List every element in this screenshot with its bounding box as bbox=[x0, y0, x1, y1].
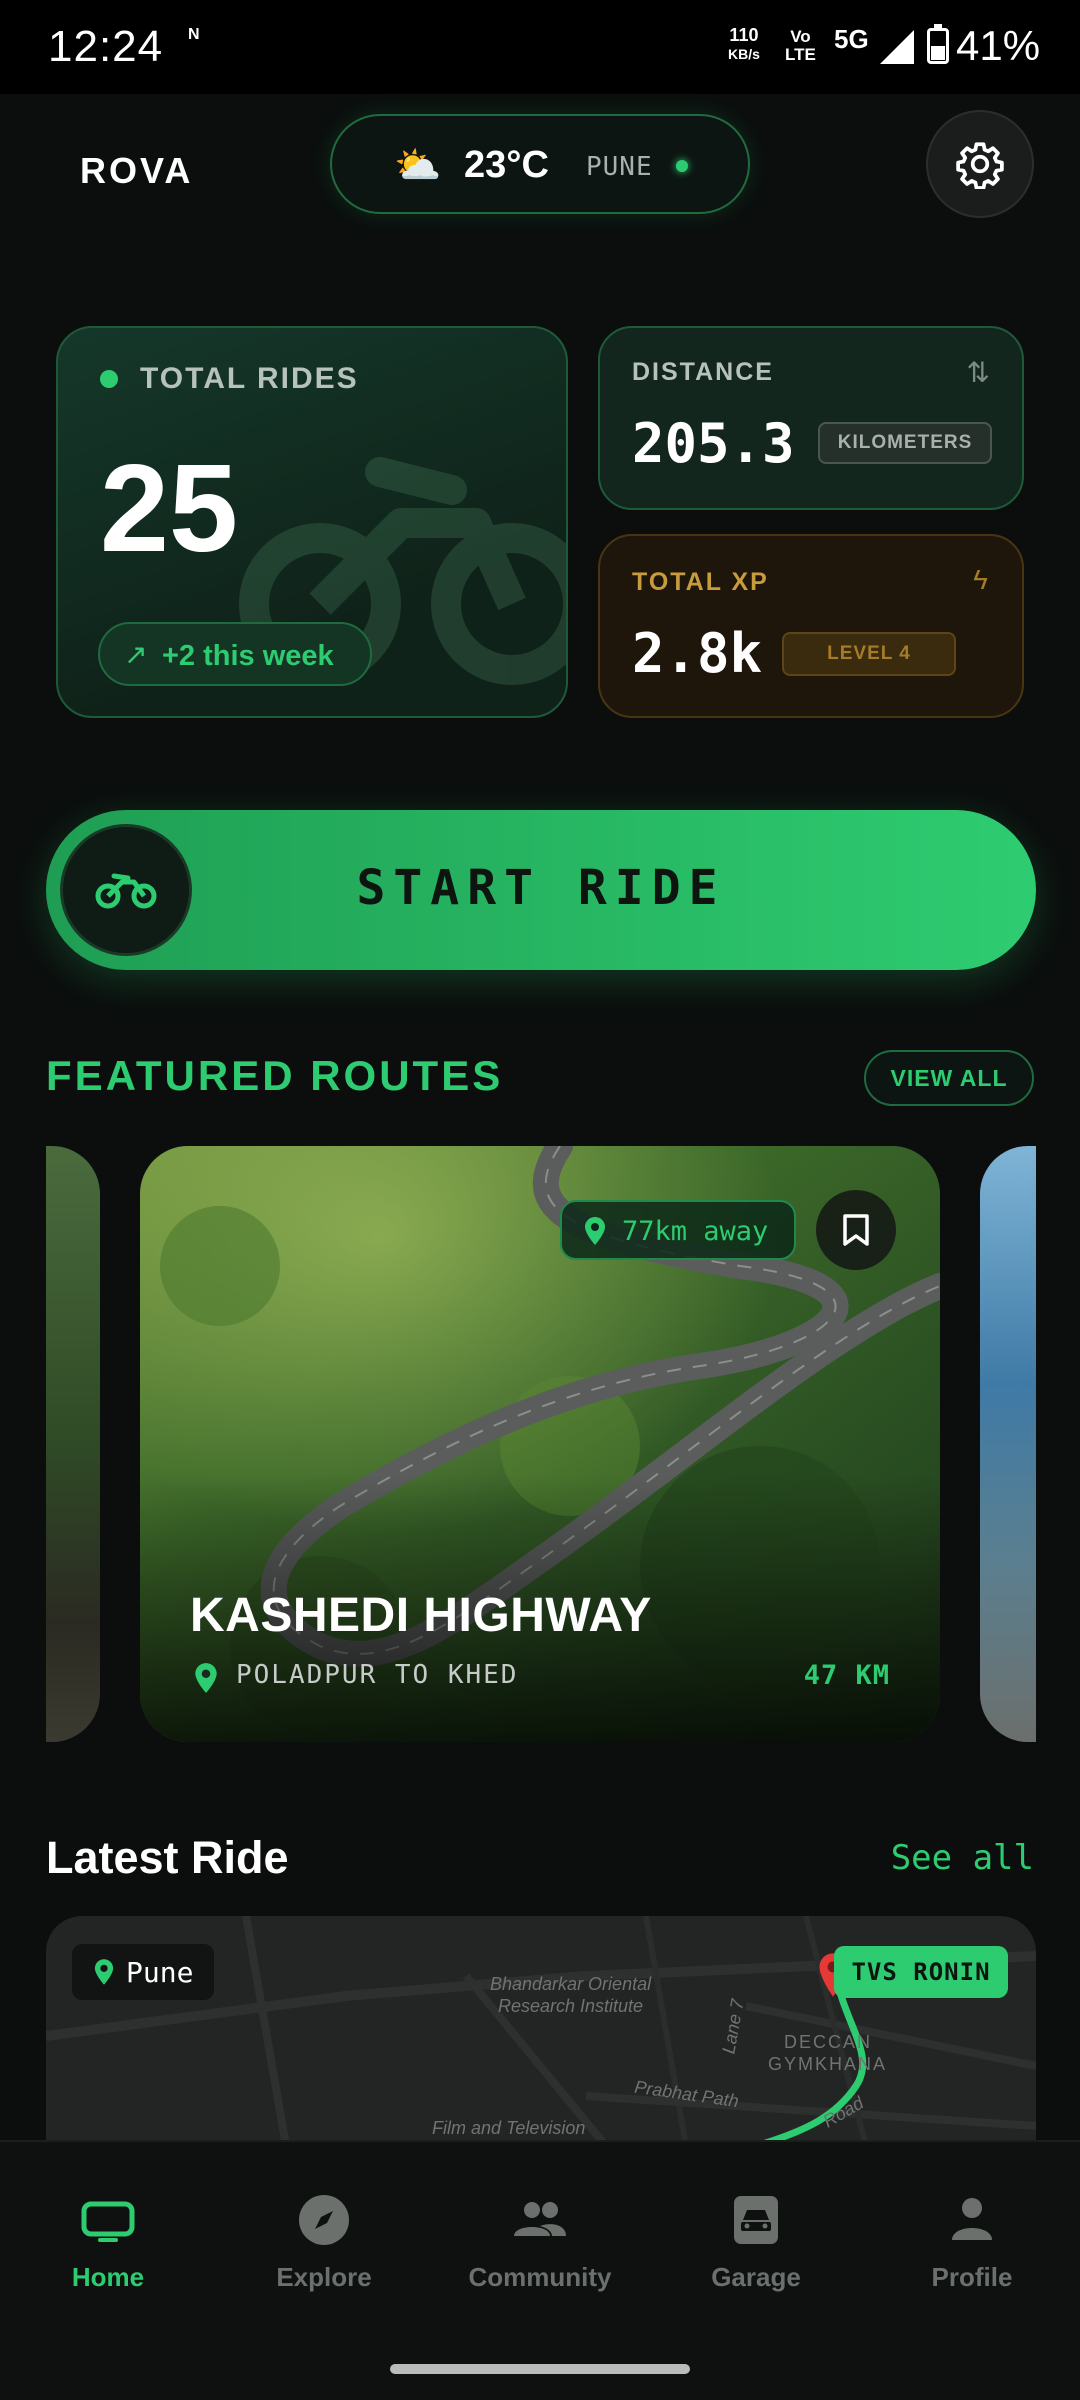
view-all-button[interactable]: VIEW ALL bbox=[864, 1050, 1034, 1106]
app-logo: ROVA bbox=[80, 150, 194, 191]
battery-icon bbox=[927, 24, 949, 64]
weather-pill[interactable]: ⛅ 23°C PUNE bbox=[330, 114, 750, 214]
signal-icon bbox=[880, 30, 914, 64]
location-pin-icon bbox=[195, 1663, 217, 1693]
network-speed-value: 110 bbox=[729, 25, 759, 45]
nav-item-explore[interactable]: Explore bbox=[216, 2190, 432, 2310]
trend-up-icon: ↗ bbox=[124, 639, 148, 670]
total-xp-card[interactable]: TOTAL XP ϟ 2.8k LEVEL 4 bbox=[598, 534, 1024, 718]
total-xp-label: TOTAL XP bbox=[632, 568, 769, 596]
map-label: Research Institute bbox=[498, 1996, 644, 2016]
bookmark-button[interactable] bbox=[816, 1190, 896, 1270]
battery-percent: 41% bbox=[956, 22, 1041, 69]
status-bar: 12:24 N 110 KB/s Vo LTE 5G 41% bbox=[0, 0, 1080, 94]
route-icon: ⇅ bbox=[966, 357, 990, 388]
latest-ride-title: Latest Ride bbox=[46, 1832, 289, 1883]
home-indicator[interactable] bbox=[390, 2364, 690, 2374]
ride-location-chip: Pune bbox=[72, 1944, 214, 2000]
see-all-link[interactable]: See all bbox=[891, 1838, 1034, 1878]
weather-city: PUNE bbox=[586, 152, 653, 182]
compass-icon bbox=[299, 2195, 349, 2245]
map-label: Film and Television bbox=[432, 2118, 586, 2138]
bike-tag: TVS RONIN bbox=[834, 1946, 1008, 1998]
nav-label: Explore bbox=[276, 2262, 372, 2292]
featured-routes-title: FEATURED ROUTES bbox=[46, 1052, 504, 1099]
route-distance-away: 77km away bbox=[622, 1216, 769, 1247]
volte-top: Vo bbox=[790, 27, 811, 46]
live-dot bbox=[676, 160, 688, 172]
total-xp-value: 2.8k bbox=[632, 622, 763, 685]
people-icon bbox=[514, 2202, 566, 2236]
level-badge: LEVEL 4 bbox=[782, 632, 956, 676]
start-ride-button[interactable]: START RIDE bbox=[46, 810, 1036, 970]
person-icon bbox=[952, 2198, 992, 2240]
route-card-next[interactable] bbox=[980, 1146, 1036, 1742]
partly-cloudy-icon: ⛅ bbox=[394, 145, 442, 187]
distance-unit-badge: KILOMETERS bbox=[818, 422, 992, 464]
status-dot bbox=[100, 370, 118, 388]
network-icon: N bbox=[188, 26, 200, 43]
route-subtitle: POLADPUR TO KHED bbox=[236, 1660, 519, 1690]
car-icon bbox=[734, 2196, 778, 2244]
latest-ride-map[interactable]: Pune Bhandarkar Oriental Research Instit… bbox=[46, 1916, 1036, 2146]
weekly-delta-badge: ↗ +2 this week bbox=[98, 622, 372, 686]
nav-item-garage[interactable]: Garage bbox=[648, 2190, 864, 2310]
settings-button[interactable] bbox=[926, 110, 1034, 218]
route-distance-away-badge: 77km away bbox=[560, 1200, 796, 1260]
network-speed-unit: KB/s bbox=[728, 46, 760, 62]
route-card[interactable]: 77km away KASHEDI HIGHWAY POLADPUR TO KH… bbox=[140, 1146, 940, 1742]
bottom-navigation: Home Explore Community Garage Profile bbox=[0, 2140, 1080, 2400]
distance-card[interactable]: DISTANCE ⇅ 205.3 KILOMETERS bbox=[598, 326, 1024, 510]
volte-bottom: LTE bbox=[785, 45, 816, 64]
location-pin-icon bbox=[585, 1217, 605, 1245]
nav-label: Profile bbox=[931, 2262, 1013, 2292]
nav-label: Garage bbox=[711, 2262, 801, 2292]
location-pin-icon bbox=[94, 1959, 114, 1985]
nav-item-home[interactable]: Home bbox=[0, 2190, 216, 2310]
total-rides-value: 25 bbox=[100, 440, 238, 578]
gear-icon bbox=[956, 142, 1004, 189]
map-label: GYMKHANA bbox=[768, 2054, 888, 2074]
status-time: 12:24 bbox=[48, 22, 164, 71]
route-name: KASHEDI HIGHWAY bbox=[190, 1589, 652, 1642]
nav-item-community[interactable]: Community bbox=[432, 2190, 648, 2310]
distance-label: DISTANCE bbox=[632, 358, 774, 386]
nav-label: Home bbox=[71, 2262, 145, 2292]
distance-value: 205.3 bbox=[632, 412, 795, 475]
network-speed: 110 KB/s bbox=[728, 26, 760, 64]
route-card-previous[interactable] bbox=[46, 1146, 100, 1742]
nav-item-profile[interactable]: Profile bbox=[864, 2190, 1080, 2310]
lightning-icon: ϟ bbox=[973, 564, 988, 595]
nav-label: Community bbox=[468, 2262, 612, 2292]
network-type: 5G bbox=[834, 24, 869, 54]
start-ride-label: START RIDE bbox=[356, 860, 726, 916]
total-rides-label: TOTAL RIDES bbox=[140, 362, 359, 395]
volte-indicator: Vo LTE bbox=[785, 28, 816, 64]
map-label: DECCAN bbox=[784, 2032, 873, 2052]
weather-temperature: 23°C bbox=[464, 144, 549, 186]
route-length: 47 KM bbox=[803, 1660, 890, 1691]
bookmark-icon bbox=[843, 1214, 869, 1246]
map-label: Bhandarkar Oriental bbox=[490, 1974, 652, 1994]
total-rides-card[interactable]: TOTAL RIDES 25 ↗ +2 this week bbox=[56, 326, 568, 718]
home-icon bbox=[81, 2201, 135, 2242]
ride-location: Pune bbox=[126, 1956, 194, 1989]
weekly-delta-text: +2 this week bbox=[162, 640, 334, 672]
